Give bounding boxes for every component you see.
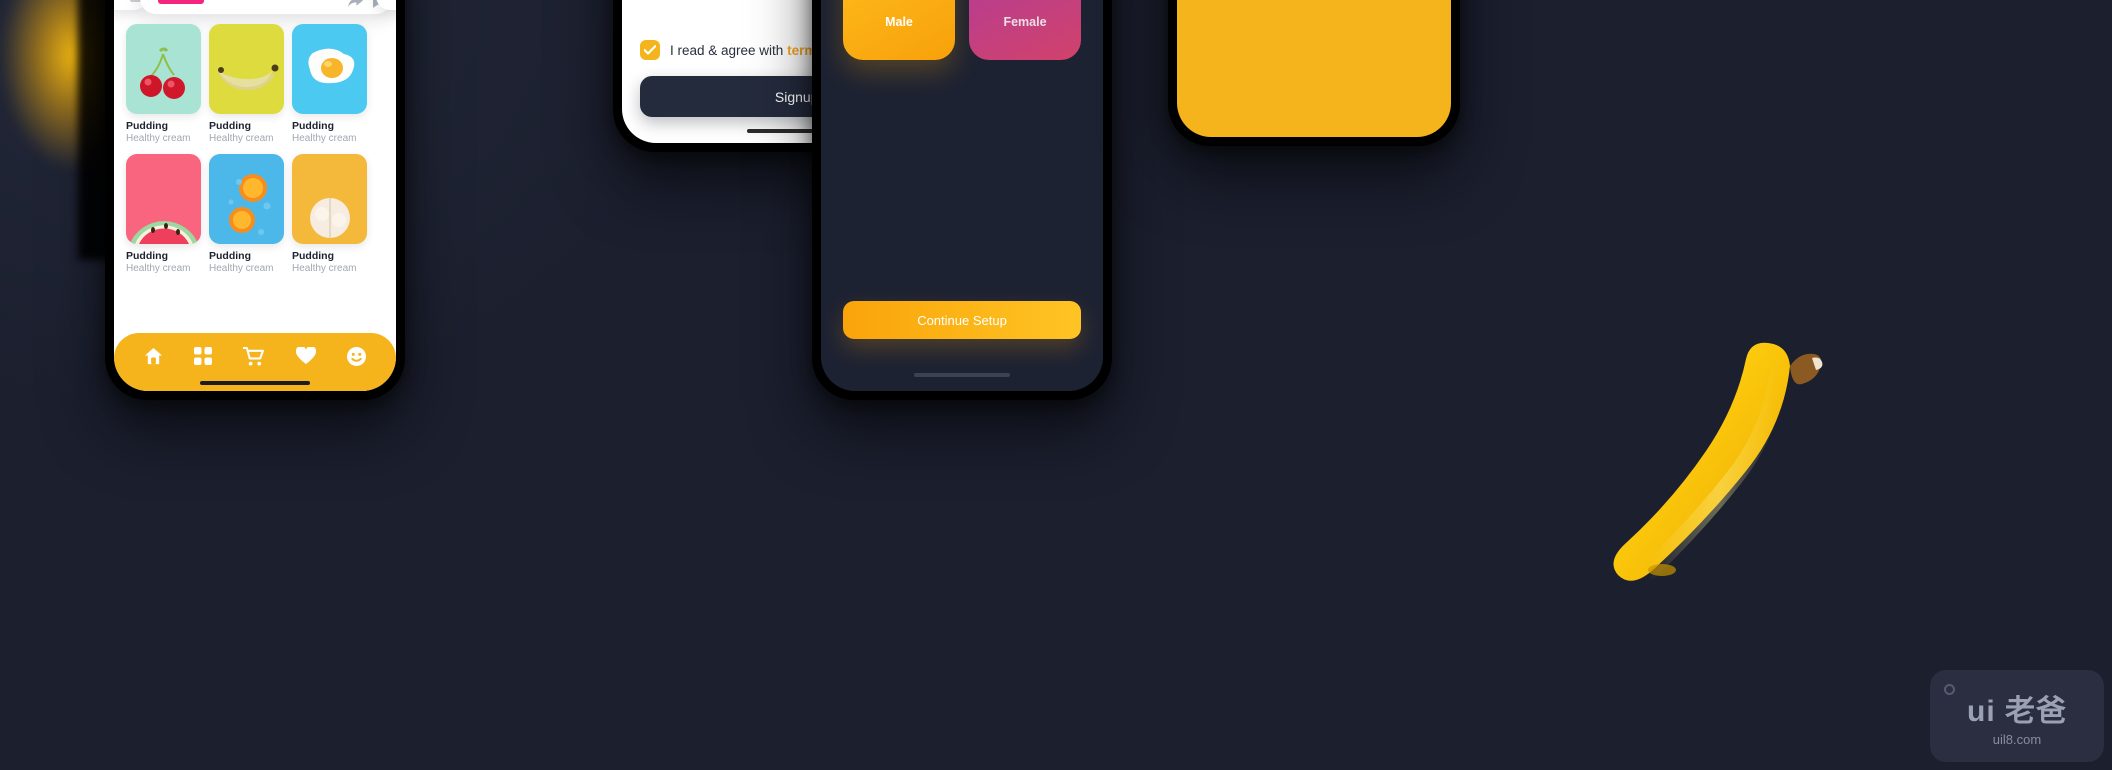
recipe-desc: Healthy cream xyxy=(292,133,357,144)
recipe-name: Pudding xyxy=(126,120,168,132)
home-indicator xyxy=(200,381,310,385)
bottom-navigation xyxy=(114,333,396,391)
oranges-thumbnail xyxy=(209,154,284,244)
gender-screen: Male Female Continue Setup xyxy=(821,0,1103,391)
banana-icon xyxy=(217,64,279,91)
egg-thumbnail xyxy=(292,24,367,114)
pomelo-thumbnail xyxy=(292,154,367,244)
gender-label-male: Male xyxy=(885,15,913,29)
phone-gender-select: Male Female Continue Setup xyxy=(812,0,1112,400)
watermelon-icon xyxy=(130,221,198,244)
watermark-hole-icon xyxy=(1944,684,1955,695)
continue-setup-button[interactable]: Continue Setup xyxy=(843,301,1081,339)
heart-icon[interactable] xyxy=(295,347,316,365)
yellow-screen: Exit xyxy=(1177,0,1451,137)
watermark-title: ui 老爸 xyxy=(1967,694,2067,728)
watermark-url: uil8.com xyxy=(1992,731,2042,747)
featured-carousel: Strawberry pie Jane's recipe xyxy=(114,0,396,16)
home-indicator xyxy=(914,373,1010,377)
gender-options: Male Female xyxy=(821,0,1103,60)
recipe-desc: Healthy cream xyxy=(292,263,357,274)
recipes-screen: All Recommend Cake Muffin xyxy=(114,0,396,391)
home-icon[interactable] xyxy=(144,347,163,366)
cherries-icon xyxy=(140,47,185,99)
recipe-grid-row: Pudding Healthy cream Pudding Healthy cr… xyxy=(126,24,384,144)
recipe-desc: Healthy cream xyxy=(209,133,274,144)
recipe-name: Pudding xyxy=(292,120,334,132)
share-icon[interactable] xyxy=(348,0,363,8)
cherries-thumbnail xyxy=(126,24,201,114)
recipe-name: Pudding xyxy=(126,250,168,262)
banana-3d-object xyxy=(1594,338,1854,598)
cart-icon[interactable] xyxy=(243,346,265,366)
gender-label-female: Female xyxy=(1003,15,1047,29)
terms-checkbox[interactable] xyxy=(640,40,660,60)
gender-option-female[interactable]: Female xyxy=(969,0,1081,60)
recipe-desc: Healthy cream xyxy=(209,263,274,274)
phone-yellow-detail: Exit xyxy=(1168,0,1460,146)
recipe-grid-row: Pudding Healthy cream Pudding Healthy cr… xyxy=(126,154,384,274)
recipe-tile[interactable]: Pudding Healthy cream xyxy=(209,24,284,144)
smiley-face-icon[interactable] xyxy=(347,346,367,366)
recipe-name: Pudding xyxy=(209,120,251,132)
featured-recipe-card[interactable]: Strawberry pie Jane's recipe xyxy=(140,0,392,14)
orange-slices-icon xyxy=(228,174,271,235)
watermark-badge: ui 老爸 uil8.com xyxy=(1930,670,2104,762)
recipe-tile[interactable]: Pudding Healthy cream xyxy=(292,24,367,144)
gender-option-male[interactable]: Male xyxy=(843,0,955,60)
recipe-name: Pudding xyxy=(292,250,334,262)
recipe-tile[interactable]: Pudding Healthy cream xyxy=(209,154,284,274)
recipe-desc: Healthy cream xyxy=(126,263,191,274)
recipe-tile[interactable]: Pudding Healthy cream xyxy=(292,154,367,274)
recipe-name: Pudding xyxy=(209,250,251,262)
recipe-tile[interactable]: Pudding Healthy cream xyxy=(126,154,201,274)
watermelon-thumbnail xyxy=(126,154,201,244)
recipe-desc: Healthy cream xyxy=(126,133,191,144)
banana-thumbnail xyxy=(209,24,284,114)
strawberry-pie-icon xyxy=(158,0,204,4)
check-icon xyxy=(644,45,656,55)
recipe-tile[interactable]: Pudding Healthy cream xyxy=(126,24,201,144)
phone-recipes: All Recommend Cake Muffin xyxy=(105,0,405,400)
terms-prefix: I read & agree with xyxy=(670,42,784,58)
grid-icon[interactable] xyxy=(194,347,213,365)
fried-egg-icon xyxy=(308,48,355,84)
peeled-citrus-icon xyxy=(310,198,350,238)
recipe-grid: Pudding Healthy cream Pudding Healthy cr… xyxy=(114,16,396,274)
banana-illustration xyxy=(1613,342,1823,581)
